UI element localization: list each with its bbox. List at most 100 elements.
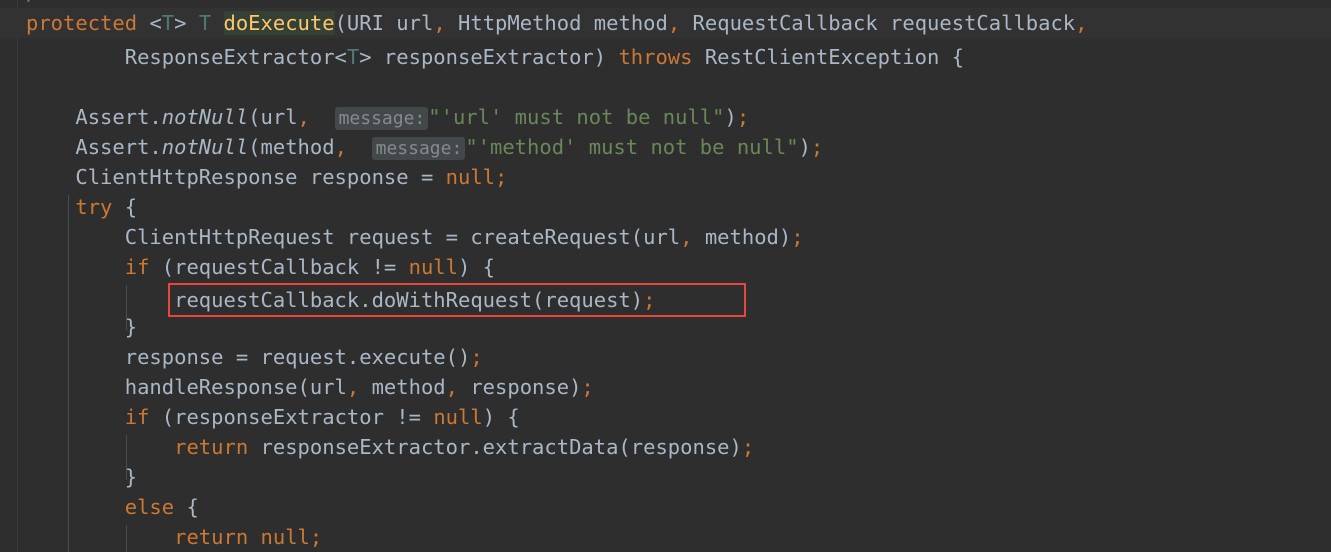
code-line[interactable]: ClientHttpResponse response = null; <box>26 162 507 192</box>
code-line[interactable]: handleResponse(url, method, response); <box>26 372 594 402</box>
method-name-token: doExecute <box>223 11 335 35</box>
code-token: > responseExtractor) <box>359 45 619 69</box>
code-token: ResponseExtractor< <box>26 45 347 69</box>
keyword-token: else <box>124 495 175 519</box>
code-token: (requestCallback != <box>149 255 409 279</box>
keyword-token: , <box>346 375 360 399</box>
code-token: T <box>198 11 212 35</box>
code-token: ) <box>798 135 811 159</box>
code-token: ) { <box>458 255 496 279</box>
code-token: requestCallback.doWithRequest(request) <box>26 288 644 312</box>
code-line[interactable]: } <box>26 462 137 492</box>
code-line[interactable]: ResponseExtractor<T> responseExtractor) … <box>26 42 964 72</box>
code-line[interactable]: protected <T> T doExecute(URI url, HttpM… <box>26 8 1088 38</box>
keyword-token: , <box>667 11 681 35</box>
keyword-token: throws <box>618 45 693 69</box>
keyword-token: ; <box>581 375 594 399</box>
code-line[interactable]: else { <box>26 492 199 522</box>
keyword-token: try <box>75 195 113 219</box>
code-token: { <box>112 195 138 219</box>
keyword-token: null <box>433 405 483 429</box>
keyword-token: ; <box>791 225 804 249</box>
code-line[interactable]: ClientHttpRequest request = createReques… <box>26 222 804 252</box>
code-token: responseExtractor.extractData(response) <box>248 435 742 459</box>
keyword-token: ; <box>736 105 750 129</box>
code-line[interactable]: response = request.execute(); <box>26 342 483 372</box>
code-token: { <box>174 495 199 519</box>
code-token: (method <box>248 135 335 159</box>
editor-gutter[interactable] <box>0 0 18 552</box>
keyword-token: return <box>174 435 249 459</box>
keyword-token: ; <box>741 435 755 459</box>
code-token: response = request.execute() <box>26 345 471 369</box>
keyword-token: ; <box>470 345 483 369</box>
code-token: RequestCallback requestCallback <box>680 11 1076 35</box>
keyword-token: null <box>445 165 496 189</box>
code-token: notNull <box>161 135 249 159</box>
code-token: < <box>149 11 162 35</box>
code-token: } <box>26 315 138 339</box>
code-line[interactable]: if (requestCallback != null) { <box>26 252 495 282</box>
code-token: response) <box>458 375 582 399</box>
code-token: RestClientException { <box>692 45 965 69</box>
code-token: ) { <box>482 405 520 429</box>
keyword-token: , <box>297 105 310 129</box>
code-token: notNull <box>161 105 249 129</box>
code-editor[interactable]: / protected <T> T doExecute(URI url, Htt… <box>0 0 1331 552</box>
keyword-token: protected <box>26 11 138 35</box>
keyword-token: , <box>445 375 458 399</box>
keyword-token: if <box>124 405 150 429</box>
code-line[interactable]: return responseExtractor.extractData(res… <box>26 432 754 462</box>
keyword-token: , <box>680 225 693 249</box>
code-line[interactable]: } <box>26 312 137 342</box>
inlay-parameter-hint: message: <box>334 107 429 130</box>
keyword-token: null <box>260 525 310 549</box>
code-token: > <box>174 11 199 35</box>
javadoc-close-comment: / <box>26 0 38 8</box>
string-literal: "'url' must not be null" <box>428 105 725 129</box>
inlay-parameter-hint: message: <box>371 137 466 160</box>
code-line[interactable]: Assert.notNull(method, message: "'method'… <box>26 132 823 162</box>
code-line[interactable]: Assert.notNull(url, message: "'url' must … <box>26 102 749 132</box>
keyword-token: ; <box>643 288 656 312</box>
code-token: Assert. <box>26 135 162 159</box>
code-token: ) <box>724 105 737 129</box>
code-line[interactable]: try { <box>26 192 137 222</box>
code-line[interactable]: return null; <box>26 522 322 552</box>
code-token: Assert. <box>26 105 162 129</box>
code-token: HttpMethod method <box>445 11 668 35</box>
code-token: } <box>26 465 138 489</box>
code-token: method) <box>692 225 792 249</box>
code-line[interactable]: if (responseExtractor != null) { <box>26 402 520 432</box>
keyword-token: ; <box>309 525 323 549</box>
code-token: handleResponse(url <box>26 375 347 399</box>
keyword-token: , <box>1075 11 1088 35</box>
code-token: (URI url <box>334 11 434 35</box>
code-token: ClientHttpRequest request = createReques… <box>26 225 681 249</box>
code-token: (responseExtractor != <box>149 405 434 429</box>
code-token: method <box>359 375 446 399</box>
keyword-token: ; <box>810 135 824 159</box>
keyword-token: , <box>334 135 347 159</box>
keyword-token: ; <box>495 165 508 189</box>
keyword-token: null <box>408 255 458 279</box>
code-token: T <box>346 45 360 69</box>
keyword-token: if <box>124 255 150 279</box>
keyword-token: return <box>174 525 249 549</box>
code-line[interactable]: requestCallback.doWithRequest(request); <box>26 285 655 315</box>
string-literal: "'method' must not be null" <box>465 135 799 159</box>
code-token: ClientHttpResponse response = <box>26 165 446 189</box>
keyword-token: , <box>433 11 446 35</box>
code-token: (url <box>248 105 298 129</box>
